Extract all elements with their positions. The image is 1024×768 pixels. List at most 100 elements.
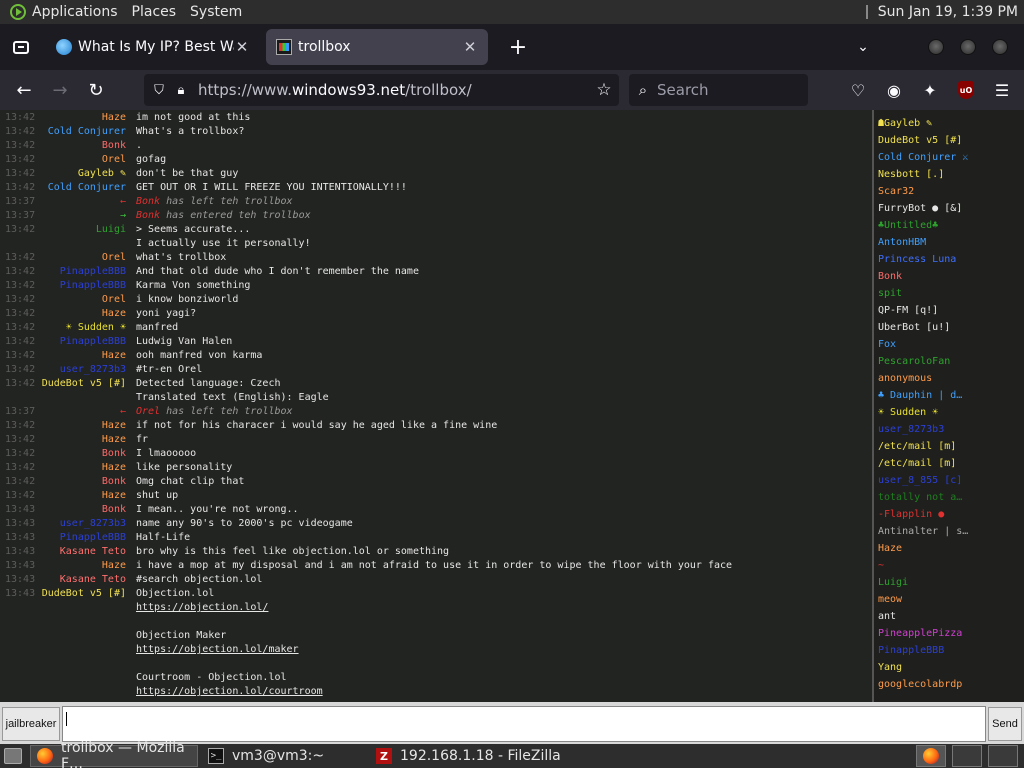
message-nick[interactable]: Haze <box>102 112 126 123</box>
user-list-item[interactable]: Princess Luna <box>878 254 1020 271</box>
tab-whatismyip[interactable]: What Is My IP? Best Way To ✕ <box>46 29 260 65</box>
user-list-item[interactable]: /etc/mail [m] <box>878 441 1020 458</box>
user-list-item[interactable]: Scar32 <box>878 186 1020 203</box>
taskbar-item-filezilla[interactable]: Z 192.168.1.18 - FileZilla <box>370 745 570 767</box>
message-nick[interactable]: PinappleBBB <box>60 266 126 277</box>
close-tab-icon[interactable]: ✕ <box>234 38 250 56</box>
user-list-item[interactable]: ☗Gayleb ✎ <box>878 118 1020 135</box>
user-list-item[interactable]: DudeBot v5 [#] <box>878 135 1020 152</box>
clock[interactable]: Sun Jan 19, 1:39 PM <box>878 4 1018 20</box>
user-list-item[interactable]: PescaroloFan <box>878 356 1020 373</box>
system-message-user[interactable]: Bonk <box>136 210 160 221</box>
system-menu[interactable]: System <box>190 4 242 20</box>
ublock-icon[interactable]: uO <box>948 74 984 106</box>
message-nick[interactable]: Haze <box>102 308 126 319</box>
taskbar-item-firefox[interactable]: trollbox — Mozilla F… <box>30 740 198 768</box>
message-nick[interactable]: Haze <box>102 420 126 431</box>
reload-button[interactable]: ↻ <box>78 74 114 106</box>
message-nick[interactable]: Bonk <box>102 504 126 515</box>
close-tab-icon[interactable]: ✕ <box>462 38 478 56</box>
message-nick[interactable]: Orel <box>102 252 126 263</box>
user-list-item[interactable]: AntonHBM <box>878 237 1020 254</box>
message-input[interactable] <box>62 706 986 742</box>
message-nick[interactable]: Kasane Teto <box>60 574 126 585</box>
message-nick[interactable]: Luigi <box>96 224 126 235</box>
message-nick[interactable]: PinappleBBB <box>60 336 126 347</box>
close-window-button[interactable] <box>992 39 1008 55</box>
message-link[interactable]: https://objection.lol/maker <box>136 644 299 655</box>
user-list-item[interactable]: UberBot [u!] <box>878 322 1020 339</box>
user-list-item[interactable]: Fox <box>878 339 1020 356</box>
shield-icon[interactable]: ⛉ <box>148 83 170 98</box>
message-nick[interactable]: Haze <box>102 350 126 361</box>
user-list-item[interactable]: spit <box>878 288 1020 305</box>
nickname-button[interactable]: jailbreaker <box>2 707 60 741</box>
message-nick[interactable]: PinappleBBB <box>60 532 126 543</box>
firefox-view-button[interactable] <box>2 28 40 66</box>
chat-log[interactable]: 13:42 Haze im not good at this 13:42 Cold Co… <box>0 110 872 702</box>
message-nick[interactable]: Haze <box>102 490 126 501</box>
system-message-user[interactable]: Bonk <box>136 196 160 207</box>
user-list-item[interactable]: meow <box>878 594 1020 611</box>
message-nick[interactable]: DudeBot v5 [#] <box>42 378 126 389</box>
message-nick[interactable]: Cold Conjurer <box>48 126 126 137</box>
user-list-item[interactable]: PinappleBBB <box>878 645 1020 662</box>
user-list-item[interactable]: Yang <box>878 662 1020 679</box>
system-message-user[interactable]: Orel <box>136 406 160 417</box>
message-nick[interactable]: Haze <box>102 462 126 473</box>
user-list-item[interactable]: PineapplePizza <box>878 628 1020 645</box>
workspace-1[interactable] <box>916 745 946 767</box>
forward-button[interactable]: → <box>42 74 78 106</box>
lock-icon[interactable]: 🔒︎ <box>170 83 192 98</box>
message-nick[interactable]: Bonk <box>102 448 126 459</box>
back-button[interactable]: ← <box>6 74 42 106</box>
user-list-item[interactable]: QP-FM [q!] <box>878 305 1020 322</box>
user-list-item[interactable]: FurryBot ● [&] <box>878 203 1020 220</box>
extensions-icon[interactable]: ✦ <box>912 74 948 106</box>
user-list-item[interactable]: Bonk <box>878 271 1020 288</box>
user-list-item[interactable]: Antinalter | s… <box>878 526 1020 543</box>
user-list-item[interactable]: user_8273b3 <box>878 424 1020 441</box>
message-nick[interactable]: PinappleBBB <box>60 280 126 291</box>
message-nick[interactable]: Orel <box>102 294 126 305</box>
user-list-item[interactable]: totally not a… <box>878 492 1020 509</box>
user-list-item[interactable]: ♣ Dauphin | d… <box>878 390 1020 407</box>
menu-icon[interactable]: ☰ <box>984 74 1020 106</box>
message-nick[interactable]: user_8273b3 <box>60 518 126 529</box>
message-nick[interactable]: DudeBot v5 [#] <box>42 588 126 599</box>
address-bar[interactable]: ⛉ 🔒︎ https://www.windows93.net/trollbox/… <box>144 74 619 106</box>
message-link[interactable]: https://objection.lol/ <box>136 602 268 613</box>
applications-menu-icon[interactable] <box>10 4 26 20</box>
bookmark-star-icon[interactable]: ☆ <box>589 80 619 100</box>
user-list-item[interactable]: user_8_855 [c] <box>878 475 1020 492</box>
places-menu[interactable]: Places <box>132 4 177 20</box>
send-button[interactable]: Send <box>988 707 1022 741</box>
workspace-2[interactable] <box>952 745 982 767</box>
user-list[interactable]: ☗Gayleb ✎ DudeBot v5 [#] Cold Conjurer ⚔ Ne… <box>874 110 1024 702</box>
user-list-item[interactable]: ant <box>878 611 1020 628</box>
message-nick[interactable]: Bonk <box>102 140 126 151</box>
taskbar-item-terminal[interactable]: >_ vm3@vm3:~ <box>202 745 366 767</box>
user-list-item[interactable]: /etc/mail [m] <box>878 458 1020 475</box>
user-list-item[interactable]: anonymous <box>878 373 1020 390</box>
maximize-window-button[interactable] <box>960 39 976 55</box>
message-nick[interactable]: Bonk <box>102 476 126 487</box>
user-list-item[interactable]: googlecolabrdp <box>878 679 1020 696</box>
user-list-item[interactable]: ♣Untitled♣ <box>878 220 1020 237</box>
show-desktop-icon[interactable] <box>4 748 22 764</box>
workspace-3[interactable] <box>988 745 1018 767</box>
user-list-item[interactable]: Cold Conjurer ⚔ <box>878 152 1020 169</box>
account-icon[interactable]: ◉ <box>876 74 912 106</box>
pocket-icon[interactable]: ♡ <box>840 74 876 106</box>
search-bar[interactable]: ⌕ Search <box>629 74 808 106</box>
message-nick[interactable]: Gayleb ✎ <box>78 168 126 179</box>
message-nick[interactable]: Haze <box>102 560 126 571</box>
user-list-item[interactable]: Luigi <box>878 577 1020 594</box>
user-list-item[interactable]: Haze <box>878 543 1020 560</box>
user-list-item[interactable]: ☀ Sudden ☀ <box>878 407 1020 424</box>
message-nick[interactable]: user_8273b3 <box>60 364 126 375</box>
message-nick[interactable]: ☀ Sudden ☀ <box>66 322 126 333</box>
tab-trollbox[interactable]: trollbox ✕ <box>266 29 488 65</box>
message-nick[interactable]: Kasane Teto <box>60 546 126 557</box>
message-nick[interactable]: Cold Conjurer <box>48 182 126 193</box>
